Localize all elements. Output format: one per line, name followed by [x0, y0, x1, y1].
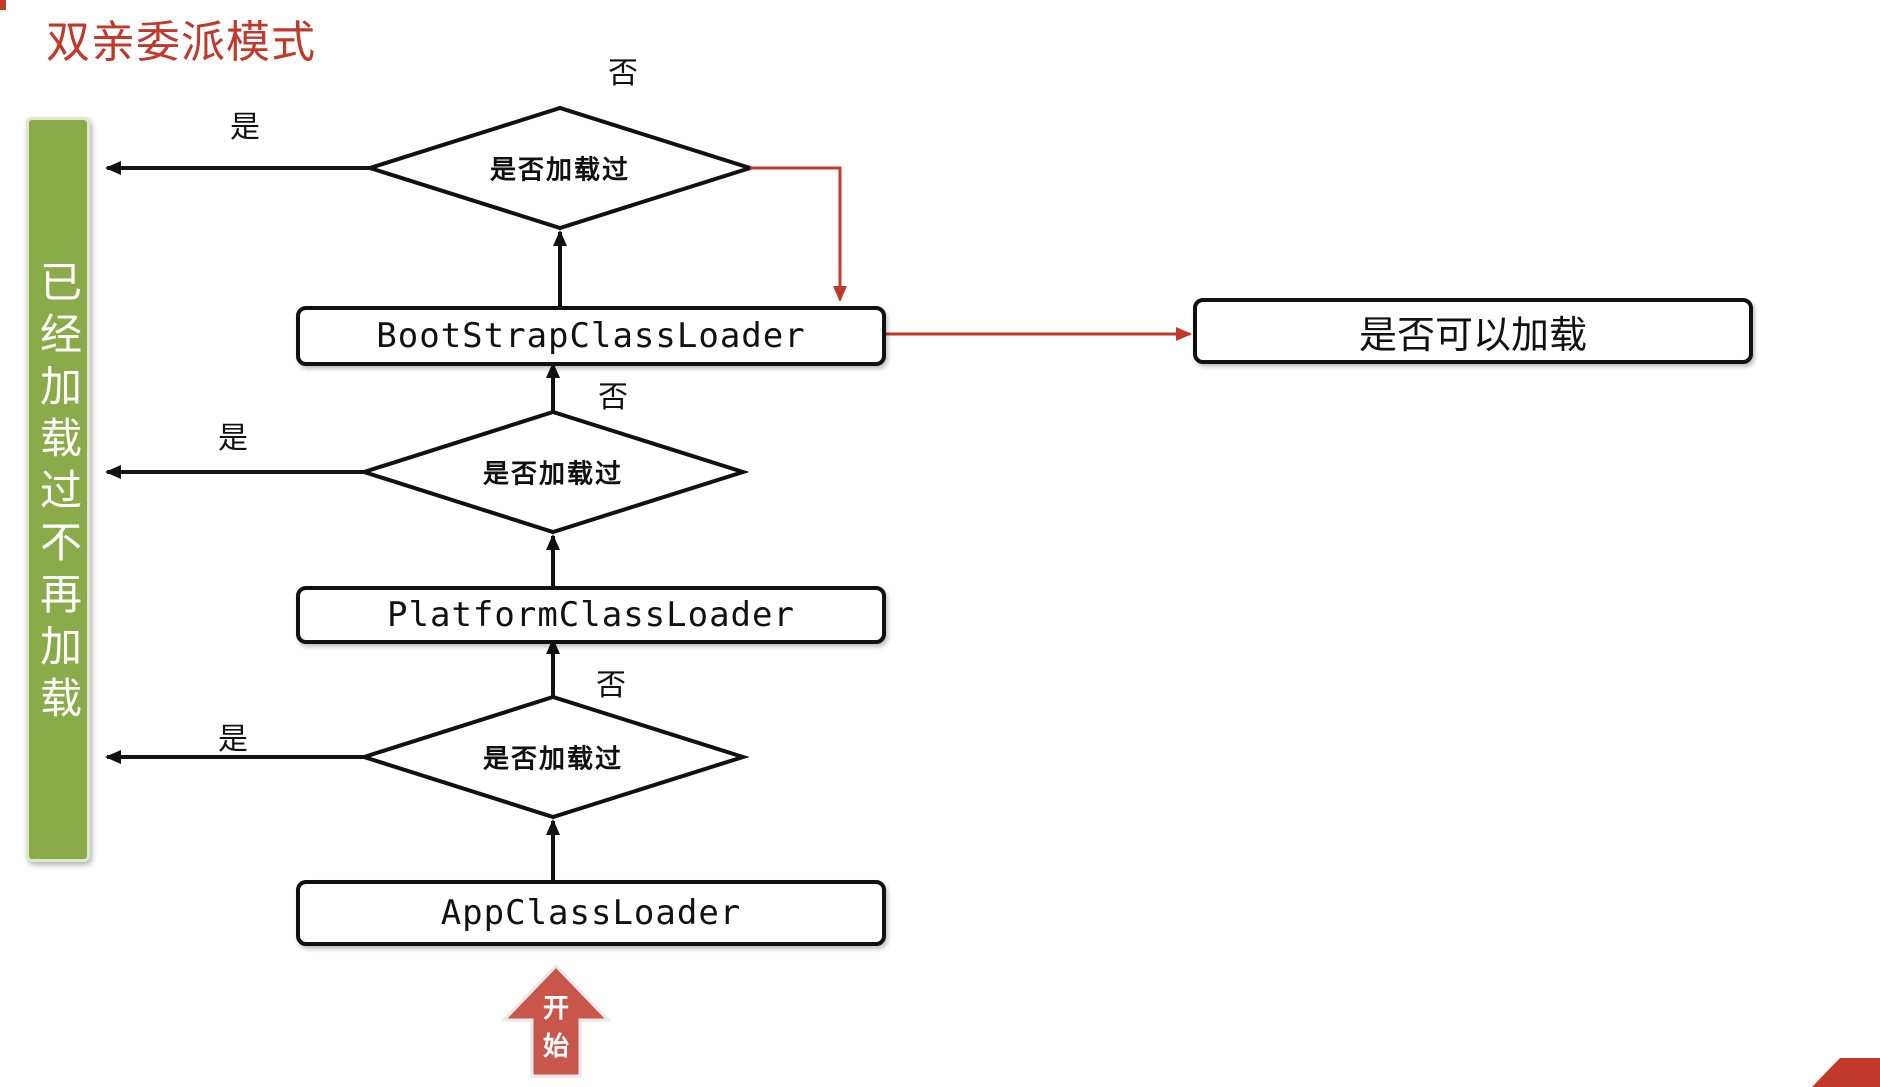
can-load-box: 是否可以加载 — [1193, 298, 1753, 364]
no-label-middle: 否 — [598, 380, 628, 415]
bootstrap-classloader-box: BootStrapClassLoader — [296, 306, 886, 366]
already-loaded-text: 已经加载过不再加载 — [33, 260, 83, 728]
flowchart-connectors — [105, 105, 1880, 1087]
corner-accent-bottom-right — [1812, 1058, 1880, 1087]
decision-label-top: 是否加载过 — [489, 155, 631, 186]
already-loaded-bar: 已经加载过不再加载 — [26, 117, 90, 862]
decision-label-middle: 是否加载过 — [482, 459, 624, 490]
yes-label-middle: 是 — [218, 421, 248, 456]
no-label-top: 否 — [608, 56, 638, 91]
platform-classloader-box: PlatformClassLoader — [296, 586, 886, 644]
app-classloader-box: AppClassLoader — [296, 880, 886, 946]
yes-label-bottom: 是 — [218, 722, 248, 757]
yes-label-top: 是 — [230, 110, 260, 145]
no-label-bottom: 否 — [596, 668, 626, 703]
slide: 双亲委派模式 已经加载过不再加载 BootStrapClassLoader Pl… — [0, 0, 1880, 1087]
decision-label-bottom: 是否加载过 — [482, 744, 624, 775]
arrow-no-top-red — [750, 166, 847, 302]
start-label: 开始 — [542, 994, 569, 1062]
